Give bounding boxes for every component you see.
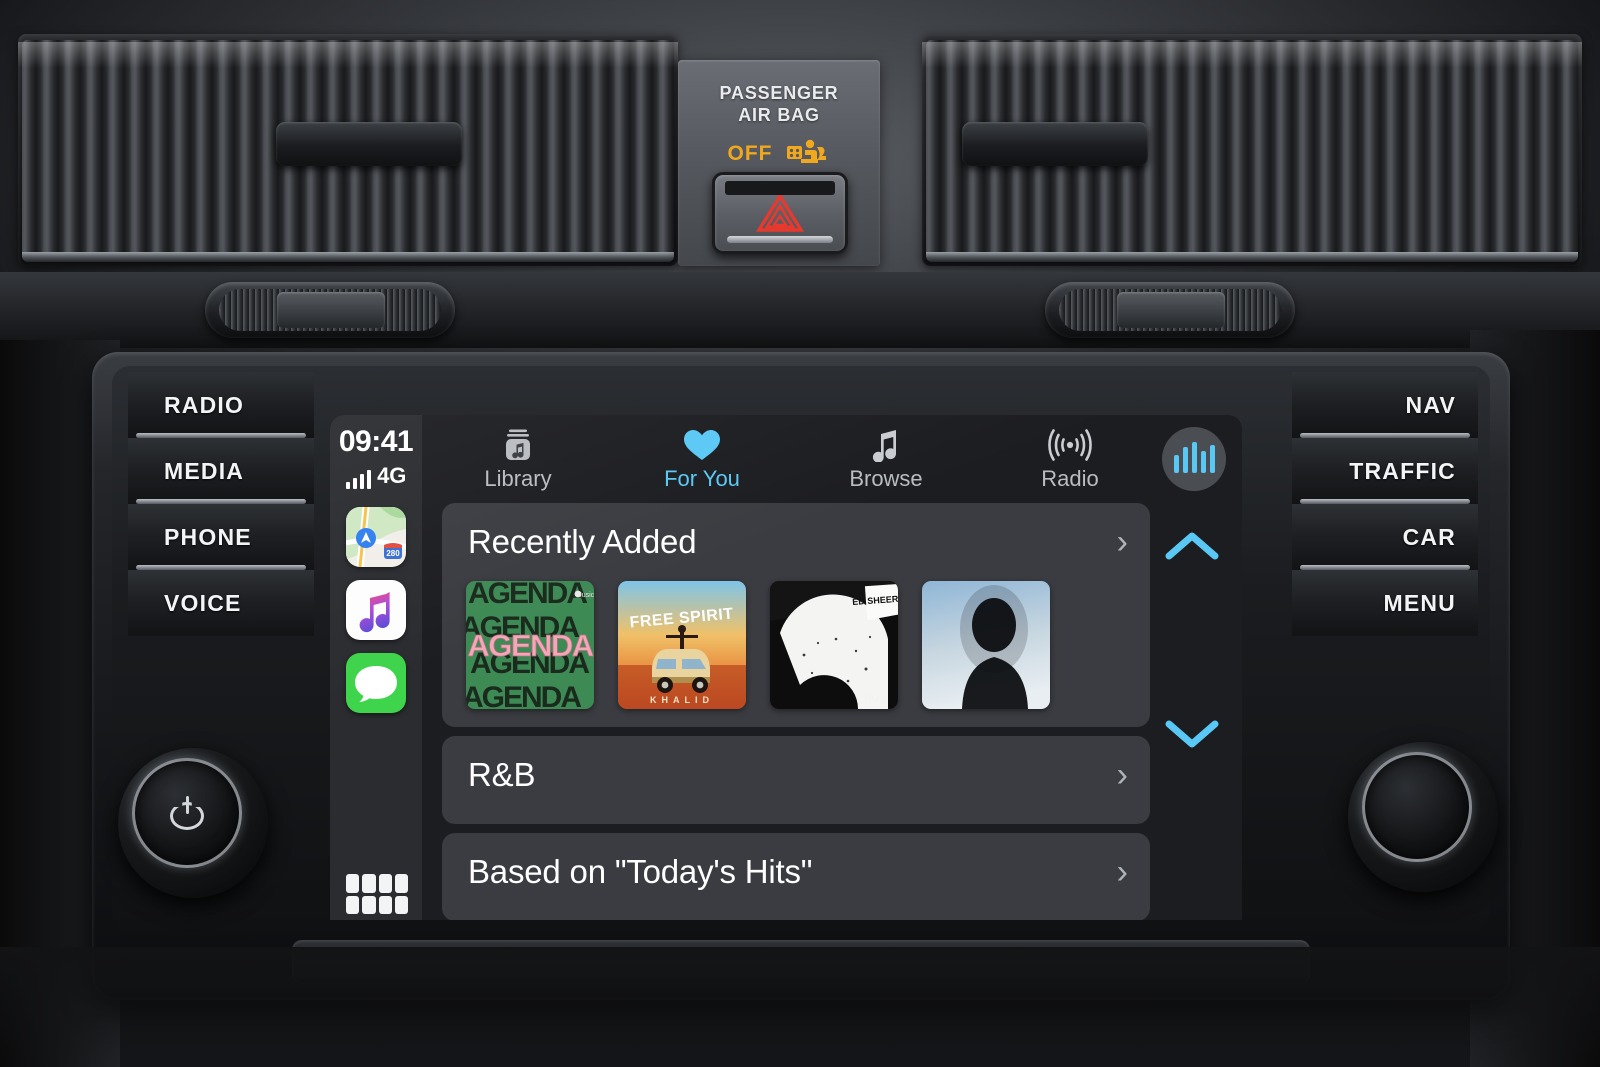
hardware-button-media[interactable]: MEDIA	[128, 438, 314, 504]
chevron-right-icon[interactable]: ›	[1117, 525, 1128, 559]
sidebar-app-list: 280	[346, 507, 406, 713]
album-art-silhouette[interactable]	[922, 581, 1050, 709]
hardware-button-label: TRAFFIC	[1349, 457, 1456, 484]
album-art-no6[interactable]: ED SHEERAN NO.6	[770, 581, 898, 709]
hardware-buttons-left: RADIO MEDIA PHONE VOICE	[128, 372, 314, 636]
now-playing-button[interactable]	[1162, 427, 1226, 491]
chevron-right-icon[interactable]: ›	[1117, 758, 1128, 792]
passenger-airbag-off-icon	[786, 139, 826, 163]
for-you-content: Recently Added › AGENDA AGENDA AGENDA AG…	[442, 503, 1150, 920]
svg-text:KHALID: KHALID	[650, 695, 714, 705]
svg-text:AGENDA: AGENDA	[468, 581, 587, 610]
hardware-button-label: CAR	[1402, 523, 1456, 550]
carplay-sidebar: 09:41 4G 280	[330, 415, 422, 920]
airbag-title-line2: AIR BAG	[738, 105, 820, 126]
tune-knob-ring	[1362, 752, 1472, 862]
hardware-button-label: MEDIA	[164, 457, 245, 484]
vent-dial-left[interactable]	[205, 282, 455, 338]
dash-lower-shadow	[0, 947, 1600, 1067]
vent-highlight	[18, 42, 678, 68]
vent-dial-right[interactable]	[1045, 282, 1295, 338]
svg-text:NO.6: NO.6	[864, 693, 888, 704]
hardware-button-traffic[interactable]: TRAFFIC	[1292, 438, 1478, 504]
scroll-up-button[interactable]	[1158, 515, 1226, 577]
vent-direction-tab[interactable]	[962, 122, 1148, 166]
tab-label: Radio	[1041, 466, 1099, 491]
section-rnb[interactable]: R&B ›	[442, 736, 1150, 824]
vent-highlight	[922, 42, 1582, 68]
tune-knob[interactable]	[1348, 742, 1498, 892]
tab-label: For You	[664, 466, 740, 491]
air-vent-right	[922, 34, 1582, 266]
vent-chrome-trim	[926, 252, 1578, 262]
music-tab-bar: Library For You Browse Radio	[422, 415, 1242, 503]
album-art-free-spirit[interactable]: FREE SPIRIT KHALID	[618, 581, 746, 709]
tab-for-you[interactable]: For You	[610, 426, 794, 492]
hardware-button-voice[interactable]: VOICE	[128, 570, 314, 636]
maps-app-icon[interactable]: 280	[346, 507, 406, 567]
status-bar: 09:41 4G	[330, 415, 422, 489]
vent-direction-tab[interactable]	[276, 122, 462, 166]
hardware-button-nav[interactable]: NAV	[1292, 372, 1478, 438]
hardware-button-menu[interactable]: MENU	[1292, 570, 1478, 636]
heart-icon	[610, 426, 794, 464]
svg-text:Music: Music	[576, 592, 594, 599]
hazard-lights-button[interactable]	[712, 172, 848, 254]
status-carrier: 4G	[377, 463, 407, 488]
carplay-main-area: Library For You Browse Radio Recently Ad…	[422, 415, 1242, 920]
vent-chrome-trim	[22, 252, 674, 262]
tab-label: Browse	[849, 466, 923, 491]
hardware-button-phone[interactable]: PHONE	[128, 504, 314, 570]
section-recently-added[interactable]: Recently Added › AGENDA AGENDA AGENDA AG…	[442, 503, 1150, 727]
scroll-down-button[interactable]	[1158, 703, 1226, 765]
section-title: R&B	[468, 756, 536, 793]
section-title: Based on "Today's Hits"	[468, 853, 813, 890]
chevron-down-icon	[1165, 720, 1219, 748]
music-app-icon[interactable]	[346, 580, 406, 640]
vent-dial-tab[interactable]	[277, 292, 385, 328]
album-art-agenda[interactable]: AGENDA AGENDA AGENDA AGENDA AGENDA Music	[466, 581, 594, 709]
hardware-button-label: VOICE	[164, 589, 242, 616]
tab-label: Library	[484, 466, 552, 491]
scroll-controls	[1158, 515, 1226, 765]
hardware-buttons-right: NAV TRAFFIC CAR MENU	[1292, 372, 1478, 636]
airbag-title-line1: PASSENGER	[719, 83, 839, 103]
chevron-up-icon	[1165, 532, 1219, 560]
screenshot-root: PASSENGER AIR BAG OFF RADIO MEDIA PHONE …	[0, 0, 1600, 1067]
power-icon	[170, 796, 204, 830]
carplay-screen: 09:41 4G 280 Library For You Browse Radi…	[330, 415, 1242, 920]
cellular-signal-icon	[345, 469, 372, 489]
chevron-right-icon[interactable]: ›	[1117, 855, 1128, 889]
hardware-button-label: MENU	[1383, 589, 1456, 616]
power-knob-ring	[132, 758, 242, 868]
svg-text:280: 280	[386, 549, 400, 558]
svg-text:AGENDA: AGENDA	[467, 628, 593, 663]
tab-radio[interactable]: Radio	[978, 426, 1162, 492]
hardware-button-label: RADIO	[164, 391, 245, 418]
hardware-button-label: PHONE	[164, 523, 252, 550]
hardware-button-car[interactable]: CAR	[1292, 504, 1478, 570]
vent-dial-tab[interactable]	[1117, 292, 1225, 328]
air-vent-left	[18, 34, 678, 266]
power-volume-knob[interactable]	[118, 748, 268, 898]
svg-text:AGENDA: AGENDA	[466, 681, 581, 709]
radio-waves-icon	[978, 426, 1162, 464]
hazard-button-shadow	[725, 181, 835, 195]
tab-library[interactable]: Library	[426, 426, 610, 492]
messages-app-icon[interactable]	[346, 653, 406, 713]
section-based-on-todays-hits[interactable]: Based on "Today's Hits" ›	[442, 833, 1150, 920]
app-grid-button[interactable]	[346, 874, 408, 914]
album-row: AGENDA AGENDA AGENDA AGENDA AGENDA Music	[442, 581, 1150, 727]
hazard-triangle-icon	[756, 192, 804, 232]
status-time: 09:41	[338, 425, 414, 458]
tab-browse[interactable]: Browse	[794, 426, 978, 492]
airbag-status-text: OFF	[727, 141, 773, 165]
hardware-button-label: NAV	[1405, 391, 1456, 418]
hazard-button-trim	[727, 236, 833, 243]
section-title: Recently Added	[468, 523, 697, 560]
music-note-icon	[794, 426, 978, 464]
library-icon	[426, 426, 610, 464]
hardware-button-radio[interactable]: RADIO	[128, 372, 314, 438]
